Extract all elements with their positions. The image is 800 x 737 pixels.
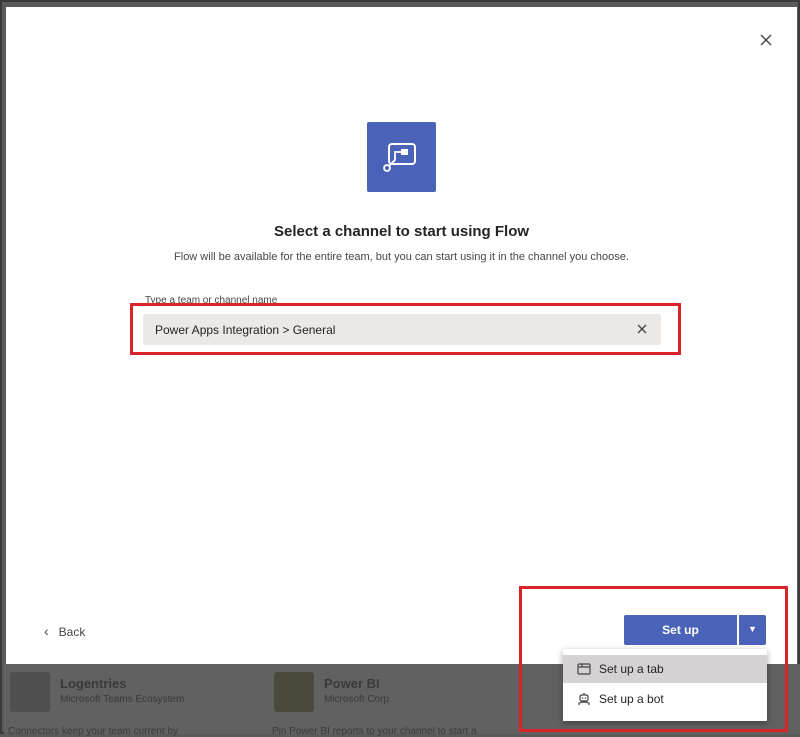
back-label: Back (58, 625, 86, 639)
flow-logo-icon (367, 122, 436, 192)
dialog-title: Select a channel to start using Flow (273, 223, 530, 240)
window-frame: Logentries Microsoft Teams Ecosystem Con… (0, 0, 800, 737)
highlight-box-channel (130, 303, 681, 355)
background-app-card: Power BI Microsoft Corp. Pin Power BI re… (268, 672, 528, 737)
background-app-description: Connectors keep your team current by (8, 726, 179, 737)
back-button[interactable]: ‹ Back (44, 623, 85, 639)
dialog-subtitle: Flow will be available for the entire te… (174, 251, 629, 263)
background-app-title: Logentries (60, 676, 127, 691)
logentries-icon (10, 672, 50, 712)
background-app-subtitle: Microsoft Teams Ecosystem (60, 694, 185, 705)
close-icon[interactable] (757, 33, 775, 51)
background-app-title: Power BI (324, 676, 380, 691)
background-app-card: Logentries Microsoft Teams Ecosystem Con… (4, 672, 264, 737)
power-bi-icon (274, 672, 314, 712)
background-app-description: Pin Power BI reports to your channel to … (272, 726, 477, 737)
background-app-subtitle: Microsoft Corp. (324, 694, 392, 705)
highlight-box-setup (519, 586, 788, 732)
chevron-left-icon: ‹ (44, 623, 49, 639)
